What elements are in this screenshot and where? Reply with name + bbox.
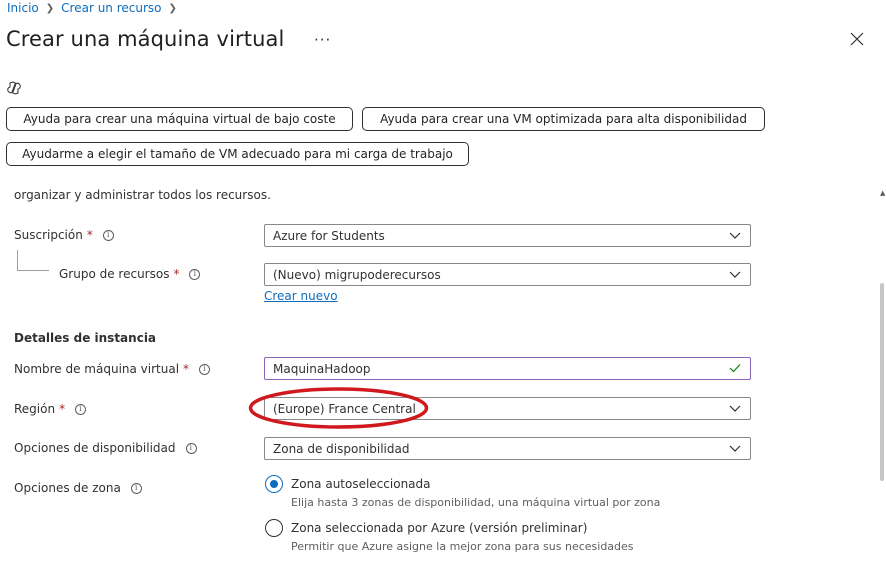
zone-azure-description: Permitir que Azure asigne la mejor zona … [291,540,634,553]
required-marker: * [173,267,180,281]
info-icon[interactable] [189,268,201,280]
create-new-resource-group-link[interactable]: Crear nuevo [264,289,338,303]
required-marker: * [86,228,93,242]
zone-auto-description: Elija hasta 3 zonas de disponibilidad, u… [291,496,661,509]
subscription-label-text: Suscripción [14,228,83,242]
chevron-down-icon [729,405,741,412]
chevron-down-icon [729,271,741,278]
chevron-down-icon [729,445,741,452]
required-marker: * [59,402,66,416]
zone-auto-radio[interactable] [265,475,283,493]
availability-label-text: Opciones de disponibilidad [14,441,176,455]
chevron-right-icon: ❯ [45,2,55,14]
breadcrumb-home-link[interactable]: Inicio [7,1,39,15]
tree-connector [17,270,49,271]
vm-name-value: MaquinaHadoop [273,361,371,376]
copilot-icon[interactable] [7,81,21,95]
chevron-down-icon [729,232,741,239]
subscription-label: Suscripción * [14,228,114,242]
required-marker: * [183,362,190,376]
chevron-right-icon: ❯ [168,2,177,14]
zone-options-label-text: Opciones de zona [14,481,121,495]
help-high-availability-vm-label: Ayuda para crear una VM optimizada para … [380,112,747,126]
page-title: Crear una máquina virtual [6,27,285,51]
availability-value: Zona de disponibilidad [273,441,410,456]
subscription-select[interactable]: Azure for Students [264,224,751,247]
info-icon[interactable] [185,442,197,454]
more-options-button[interactable]: ··· [314,31,331,49]
region-label-text: Región [14,402,56,416]
close-icon[interactable] [849,31,865,47]
resource-group-description: organizar y administrar todos los recurs… [14,188,271,202]
help-low-cost-vm-button[interactable]: Ayuda para crear una máquina virtual de … [6,107,353,131]
annotation-ellipse [248,387,429,429]
region-label: Región * [14,402,87,416]
info-icon[interactable] [199,363,211,375]
scroll-up-arrow[interactable]: ▲ [880,189,885,197]
info-icon[interactable] [102,229,114,241]
scrollbar-thumb[interactable] [880,283,884,481]
breadcrumb: Inicio ❯ Crear un recurso ❯ [7,0,184,16]
help-high-availability-vm-button[interactable]: Ayuda para crear una VM optimizada para … [362,107,765,131]
zone-azure-radio[interactable] [265,519,283,537]
tree-connector [17,250,18,271]
instance-details-heading: Detalles de instancia [14,331,157,345]
zone-options-label: Opciones de zona [14,481,142,495]
zone-azure-label[interactable]: Zona seleccionada por Azure (versión pre… [291,521,587,535]
availability-label: Opciones de disponibilidad [14,441,197,455]
zone-auto-label[interactable]: Zona autoseleccionada [291,477,431,491]
resource-group-select[interactable]: (Nuevo) migrupoderecursos [264,263,751,286]
vm-name-label-text: Nombre de máquina virtual [14,362,180,376]
resource-group-label-text: Grupo de recursos [59,267,170,281]
resource-group-value: (Nuevo) migrupoderecursos [273,267,441,282]
vm-name-label: Nombre de máquina virtual * [14,362,211,376]
help-vm-size-button[interactable]: Ayudarme a elegir el tamaño de VM adecua… [6,142,469,166]
vm-name-input[interactable]: MaquinaHadoop [264,357,751,380]
breadcrumb-create-resource-link[interactable]: Crear un recurso [61,1,161,15]
info-icon[interactable] [130,482,142,494]
resource-group-label: Grupo de recursos * [59,267,201,281]
availability-select[interactable]: Zona de disponibilidad [264,437,751,460]
help-vm-size-label: Ayudarme a elegir el tamaño de VM adecua… [22,147,453,161]
checkmark-icon [729,364,741,373]
subscription-value: Azure for Students [273,228,385,243]
help-low-cost-vm-label: Ayuda para crear una máquina virtual de … [23,112,336,126]
info-icon[interactable] [75,403,87,415]
